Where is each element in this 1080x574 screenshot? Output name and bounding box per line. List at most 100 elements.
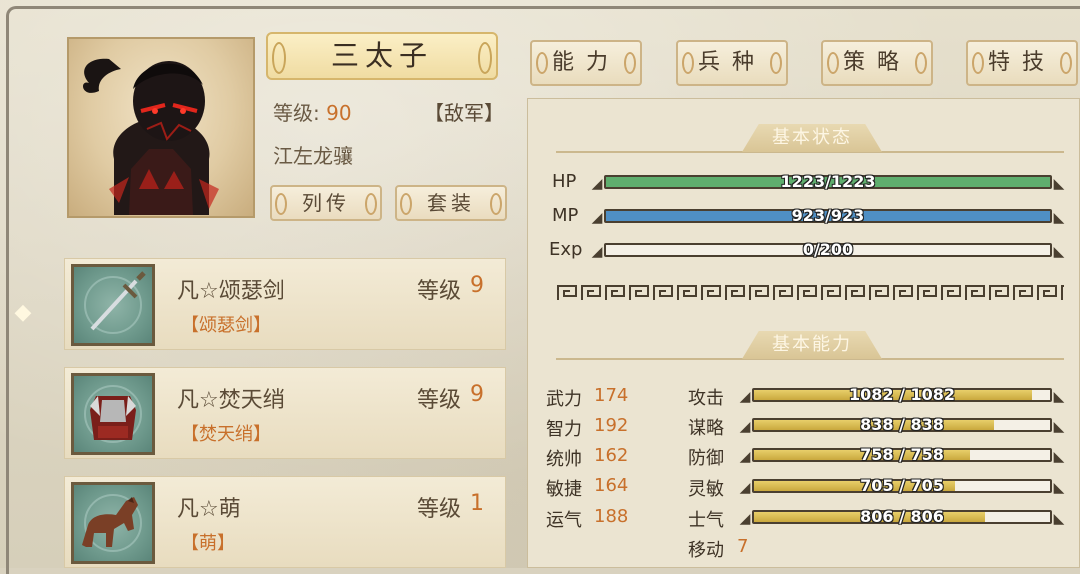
general-name: 三太子 <box>330 39 433 72</box>
exp-label: Exp <box>549 239 583 260</box>
ornament-right <box>365 193 377 215</box>
equipment-level-value: 9 <box>470 382 484 407</box>
combat-bar-text: 758 / 758 <box>860 445 944 464</box>
ornament-left <box>827 52 839 74</box>
tab-strategy[interactable]: 策略 <box>821 40 933 86</box>
equipment-name: 凡☆颂瑟剑 <box>177 279 285 304</box>
bar-cap-right: ◣ <box>1053 244 1065 260</box>
equipment-slot-armor[interactable]: 凡☆焚天绡 【焚天绡】 等级 9 <box>64 367 506 459</box>
equipment-level-value: 9 <box>470 273 484 298</box>
exp-bar-text: 0/200 <box>802 240 854 259</box>
ornament-left <box>536 52 548 74</box>
combat-label: 谋略 <box>688 418 724 439</box>
bar-cap-right: ◣ <box>1053 389 1065 405</box>
faction-label: 【敌军】 <box>424 101 504 125</box>
combat-label: 防御 <box>688 448 724 469</box>
basic-ability-header: 基本能力 <box>742 331 882 359</box>
ornament-right <box>770 52 782 74</box>
sword-icon <box>71 264 155 346</box>
bar-cap-right: ◣ <box>1053 210 1065 226</box>
attribute-value: 162 <box>594 445 629 466</box>
ornament-left <box>682 52 694 74</box>
combat-bar: 838 / 838 <box>752 415 1052 434</box>
combat-label: 士气 <box>688 510 724 531</box>
attribute-label: 敏捷 <box>546 479 582 500</box>
combat-bar-text: 806 / 806 <box>860 507 944 526</box>
ornament-right <box>490 193 502 215</box>
ornament-right <box>1060 52 1072 74</box>
combat-bar: 758 / 758 <box>752 445 1052 464</box>
attribute-label: 统帅 <box>546 449 582 470</box>
level-value: 90 <box>326 101 352 125</box>
level-line: 等级: 90 <box>273 97 352 126</box>
biography-button[interactable]: 列传 <box>270 185 382 221</box>
equipment-slot-weapon[interactable]: 凡☆颂瑟剑 【颂瑟剑】 等级 9 <box>64 258 506 350</box>
general-title: 江左龙骧 <box>273 144 353 168</box>
general-portrait <box>67 37 255 218</box>
equipment-level-value: 1 <box>470 491 484 516</box>
combat-label: 灵敏 <box>688 479 724 500</box>
tab-strategy-label: 策略 <box>842 50 911 75</box>
move-label: 移动 <box>688 540 724 561</box>
outfit-button-label: 套装 <box>427 191 475 215</box>
hp-label: HP <box>552 171 577 192</box>
equipment-slot-mount[interactable]: 凡☆萌 【萌】 等级 1 <box>64 476 506 568</box>
combat-bar-text: 705 / 705 <box>860 476 944 495</box>
mp-bar: 923/923 <box>604 206 1052 225</box>
equipment-level-label: 等级 <box>417 388 462 413</box>
mp-label: MP <box>552 205 579 226</box>
bar-cap-left: ◢ <box>591 176 603 192</box>
horse-icon <box>71 482 155 564</box>
bar-cap-right: ◣ <box>1053 449 1065 465</box>
tab-skills-label: 特技 <box>987 50 1056 75</box>
equipment-subname: 【焚天绡】 <box>181 424 271 445</box>
equipment-subname: 【颂瑟剑】 <box>181 315 271 336</box>
attribute-value: 188 <box>594 506 629 527</box>
outfit-button[interactable]: 套装 <box>395 185 507 221</box>
combat-bar-text: 838 / 838 <box>860 415 944 434</box>
bar-cap-right: ◣ <box>1053 419 1065 435</box>
tab-troops[interactable]: 兵种 <box>676 40 788 86</box>
tab-skills[interactable]: 特技 <box>966 40 1078 86</box>
attribute-value: 192 <box>594 415 629 436</box>
bar-cap-left: ◢ <box>739 389 751 405</box>
bar-cap-left: ◢ <box>739 449 751 465</box>
exp-bar: 0/200 <box>604 240 1052 259</box>
equipment-level-label: 等级 <box>417 497 462 522</box>
equipment-name: 凡☆萌 <box>177 497 241 522</box>
bar-cap-right: ◣ <box>1053 176 1065 192</box>
move-value: 7 <box>737 536 749 557</box>
mp-bar-text: 923/923 <box>791 206 865 225</box>
armor-icon <box>71 373 155 455</box>
hp-bar: 1223/1223 <box>604 172 1052 191</box>
combat-bar: 1082 / 1082 <box>752 385 1052 404</box>
bar-cap-left: ◢ <box>591 244 603 260</box>
bar-cap-left: ◢ <box>739 480 751 496</box>
equipment-level-label: 等级 <box>417 279 462 304</box>
equipment-name: 凡☆焚天绡 <box>177 388 285 413</box>
attribute-label: 武力 <box>546 389 582 410</box>
bar-cap-right: ◣ <box>1053 480 1065 496</box>
ornament-left <box>972 52 984 74</box>
greek-key-divider <box>556 284 1064 302</box>
combat-bar: 705 / 705 <box>752 476 1052 495</box>
attribute-value: 164 <box>594 475 629 496</box>
bar-cap-right: ◣ <box>1053 511 1065 527</box>
combat-bar: 806 / 806 <box>752 507 1052 526</box>
bar-cap-left: ◢ <box>739 419 751 435</box>
combat-bar-text: 1082 / 1082 <box>848 385 956 404</box>
attribute-value: 174 <box>594 385 629 406</box>
hp-bar-text: 1223/1223 <box>780 172 876 191</box>
tab-ability[interactable]: 能力 <box>530 40 642 86</box>
attribute-label: 运气 <box>546 510 582 531</box>
level-label: 等级: <box>273 101 320 125</box>
side-nav-arrow-icon[interactable]: ◆ <box>10 300 36 326</box>
general-name-plate: 三太子 <box>266 32 498 80</box>
tab-troops-label: 兵种 <box>697 50 766 75</box>
ornament-left <box>400 193 412 215</box>
bar-cap-left: ◢ <box>739 511 751 527</box>
biography-button-label: 列传 <box>302 191 350 215</box>
attribute-label: 智力 <box>546 419 582 440</box>
equipment-subname: 【萌】 <box>181 533 235 554</box>
tab-ability-label: 能力 <box>551 50 620 75</box>
